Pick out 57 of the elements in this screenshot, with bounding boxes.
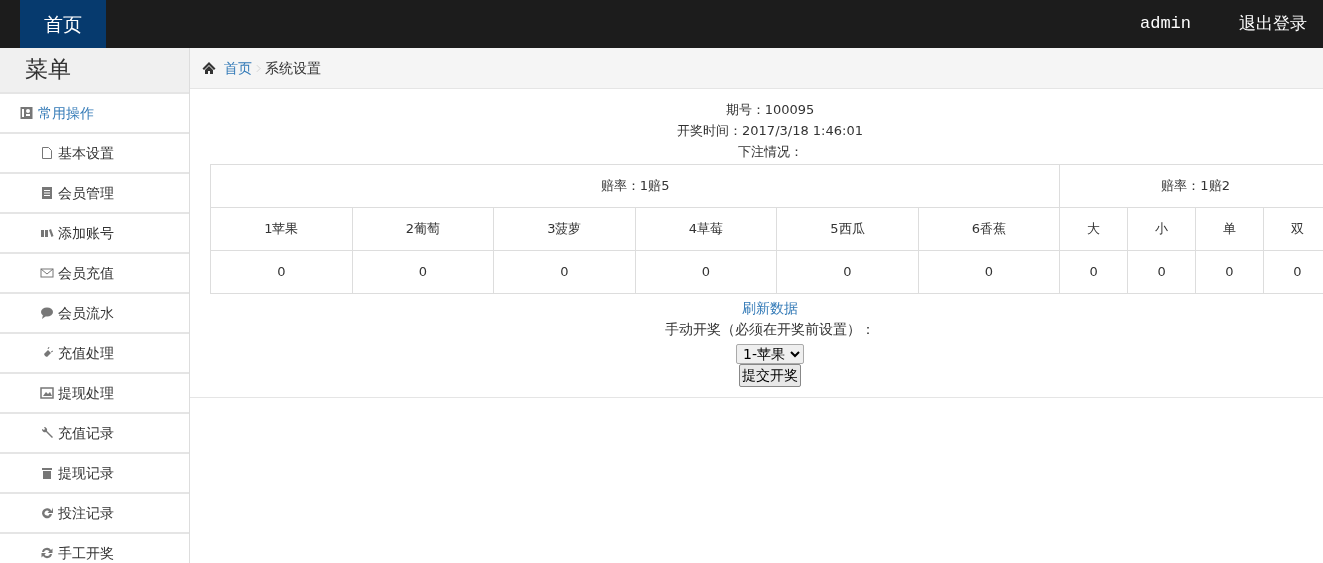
menu-item[interactable]: 会员管理 [0, 174, 189, 214]
menu-item[interactable]: 基本设置 [0, 134, 189, 174]
list-icon [40, 186, 54, 200]
menu-item[interactable]: 投注记录 [0, 494, 189, 534]
envelope-icon [40, 266, 54, 280]
menu-item[interactable]: 提现处理 [0, 374, 189, 414]
trash-icon [40, 466, 54, 480]
menu-title: 菜单 [0, 48, 189, 94]
breadcrumb-current: 系统设置 [265, 58, 321, 78]
menu-item[interactable]: 提现记录 [0, 454, 189, 494]
refresh-link[interactable]: 刷新数据 [742, 298, 798, 319]
speech-bubble-icon [40, 306, 54, 320]
submit-draw-button[interactable]: 提交开奖 [739, 364, 801, 387]
image-icon [40, 386, 54, 400]
sync-icon [40, 546, 54, 560]
refresh-icon [40, 506, 54, 520]
table-cell: 0 [1127, 250, 1196, 294]
info-text: 期号：100095 [725, 101, 815, 119]
table-cell: 0 [918, 250, 1060, 294]
table-cell: 0 [635, 250, 777, 294]
menu-item[interactable]: 添加账号 [0, 214, 189, 254]
books-icon [40, 226, 54, 240]
menu-item[interactable]: 充值处理 [0, 334, 189, 374]
table-group-header: 赔率：1赔2 [1059, 164, 1323, 208]
document-icon [40, 146, 54, 160]
table-header-cell: 4草莓 [635, 207, 777, 251]
table-cell: 0 [1059, 250, 1128, 294]
logout-link[interactable]: 退出登录 [1239, 11, 1307, 37]
menu-item[interactable]: 会员充值 [0, 254, 189, 294]
manual-draw-label: 手动开奖（必须在开奖前设置）： [665, 320, 875, 339]
menu-group-header[interactable]: 常用操作 [0, 94, 189, 134]
table-cell: 0 [776, 250, 919, 294]
menu-item[interactable]: 会员流水 [0, 294, 189, 334]
table-cell: 0 [1195, 250, 1264, 294]
table-cell: 0 [210, 250, 353, 294]
home-icon [202, 61, 216, 75]
info-text: 开奖时间：2017/3/18 1:46:01 [677, 122, 863, 140]
table-header-cell: 2葡萄 [352, 207, 494, 251]
username[interactable]: admin [1140, 11, 1191, 37]
table-header-cell: 1苹果 [210, 207, 353, 251]
table-header-cell: 3菠萝 [493, 207, 636, 251]
table-header-cell: 单 [1195, 207, 1264, 251]
table-header-cell: 大 [1059, 207, 1128, 251]
menu-item[interactable]: 充值记录 [0, 414, 189, 454]
wrench-icon [40, 426, 54, 440]
table-cell: 0 [493, 250, 636, 294]
table-cell: 0 [352, 250, 494, 294]
breadcrumb-link[interactable]: 首页 [224, 57, 252, 79]
info-text: 下注情况： [737, 143, 803, 161]
menu-item[interactable]: 手工开奖 [0, 534, 189, 563]
home-tab[interactable]: 首页 [20, 0, 106, 48]
draw-select[interactable]: 1-苹果 [736, 344, 804, 364]
table-header-cell: 6香蕉 [918, 207, 1060, 251]
table-header-cell: 小 [1127, 207, 1196, 251]
contact-card-icon [20, 106, 34, 120]
table-group-header: 赔率：1赔5 [210, 164, 1060, 208]
table-header-cell: 5西瓜 [776, 207, 919, 251]
